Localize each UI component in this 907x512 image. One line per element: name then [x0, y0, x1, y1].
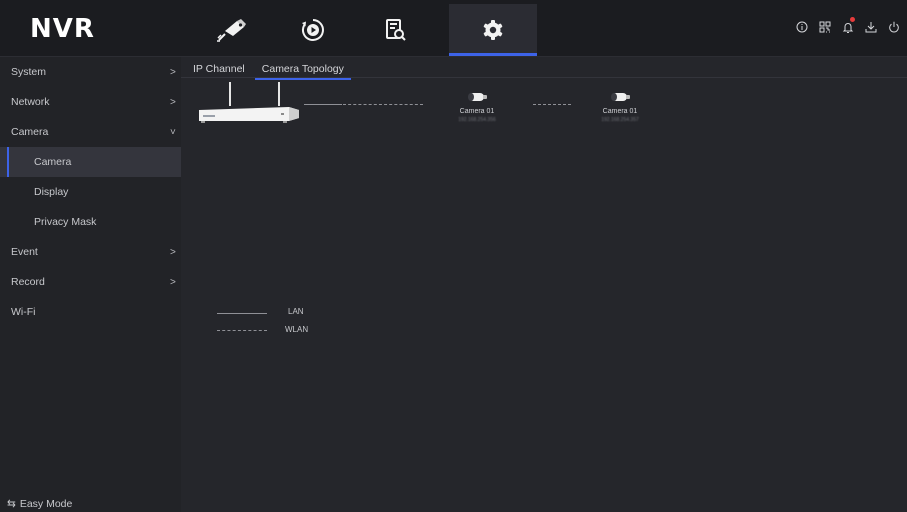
camera-icon: [217, 19, 246, 42]
sidebar-item-label: Network: [11, 96, 50, 108]
camera-name: Camera 01: [459, 108, 495, 115]
camera-name: Camera 01: [602, 108, 638, 115]
legend-lan-label: LAN: [288, 307, 304, 316]
alert-dot: [850, 17, 855, 22]
sidebar: System > Network > Camera ˅ Camera Displ…: [0, 57, 181, 512]
subtab-bar: IP Channel Camera Topology: [193, 63, 351, 80]
chevron-right-icon: >: [170, 276, 176, 288]
sidebar-item-wifi[interactable]: Wi-Fi: [0, 297, 181, 327]
tab-camera-topology[interactable]: Camera Topology: [254, 63, 351, 80]
lan-connection-line: [304, 104, 342, 105]
sidebar-item-label: Event: [11, 246, 38, 258]
legend-wlan-label: WLAN: [285, 325, 309, 334]
sidebar-item-label: Camera: [11, 126, 49, 138]
chevron-right-icon: >: [170, 66, 176, 78]
bell-icon[interactable]: [840, 17, 855, 36]
tab-live-view[interactable]: [188, 4, 276, 56]
tab-divider: [181, 77, 907, 78]
file-search-icon: [386, 19, 406, 41]
nvr-device-icon: [199, 82, 299, 123]
app-logo: NVR: [30, 14, 95, 44]
chevron-right-icon: >: [170, 246, 176, 258]
sidebar-item-label: Camera: [34, 156, 72, 168]
sidebar-item-system[interactable]: System >: [0, 57, 181, 87]
easy-mode-button[interactable]: ⇆ Easy Mode: [7, 498, 72, 510]
bullet-camera-icon: [611, 93, 630, 101]
tab-configuration[interactable]: [449, 4, 537, 56]
download-icon[interactable]: [863, 18, 878, 36]
sidebar-subitem-display[interactable]: Display: [0, 177, 181, 207]
sidebar-item-label: Display: [34, 186, 69, 198]
tab-file-search[interactable]: [352, 4, 440, 56]
legend-wlan-line: [217, 330, 267, 331]
toolbar-icons: [794, 17, 901, 36]
power-icon[interactable]: [886, 18, 901, 36]
qr-code-icon[interactable]: [817, 18, 832, 36]
easy-mode-label: Easy Mode: [19, 498, 73, 510]
topology-camera-node[interactable]: Camera 01 192.168.254.357: [592, 89, 648, 123]
settings-gear-icon: [483, 20, 503, 40]
main-panel: IP Channel Camera Topology Camera 01 192…: [181, 57, 907, 512]
bullet-camera-icon: [468, 93, 487, 101]
topology-camera-node[interactable]: Camera 01 192.168.254.356: [449, 89, 505, 123]
sidebar-subitem-camera[interactable]: Camera: [0, 147, 181, 177]
sidebar-item-network[interactable]: Network >: [0, 87, 181, 117]
wlan-connection-line: [343, 104, 423, 105]
wlan-connection-line: [533, 104, 571, 105]
sidebar-item-label: Privacy Mask: [34, 216, 97, 228]
chevron-right-icon: >: [170, 96, 176, 108]
sidebar-subitem-privacy-mask[interactable]: Privacy Mask: [0, 207, 181, 237]
sidebar-item-label: System: [11, 66, 47, 78]
sidebar-item-camera[interactable]: Camera ˅: [0, 117, 181, 147]
tab-playback[interactable]: [269, 4, 357, 56]
tab-ip-channel[interactable]: IP Channel: [193, 63, 245, 78]
camera-ip-address: 192.168.254.356: [458, 117, 496, 123]
swap-arrows-icon: ⇆: [7, 498, 16, 510]
sidebar-item-event[interactable]: Event >: [0, 237, 181, 267]
camera-ip-address: 192.168.254.357: [601, 117, 639, 123]
info-icon[interactable]: [794, 18, 809, 36]
playback-icon: [301, 19, 324, 41]
sidebar-item-label: Wi-Fi: [11, 306, 36, 318]
sidebar-item-record[interactable]: Record >: [0, 267, 181, 297]
chevron-down-icon: ˅: [170, 126, 176, 138]
top-bar: NVR: [0, 0, 907, 57]
sidebar-item-label: Record: [11, 276, 45, 288]
legend-lan-line: [217, 313, 267, 314]
